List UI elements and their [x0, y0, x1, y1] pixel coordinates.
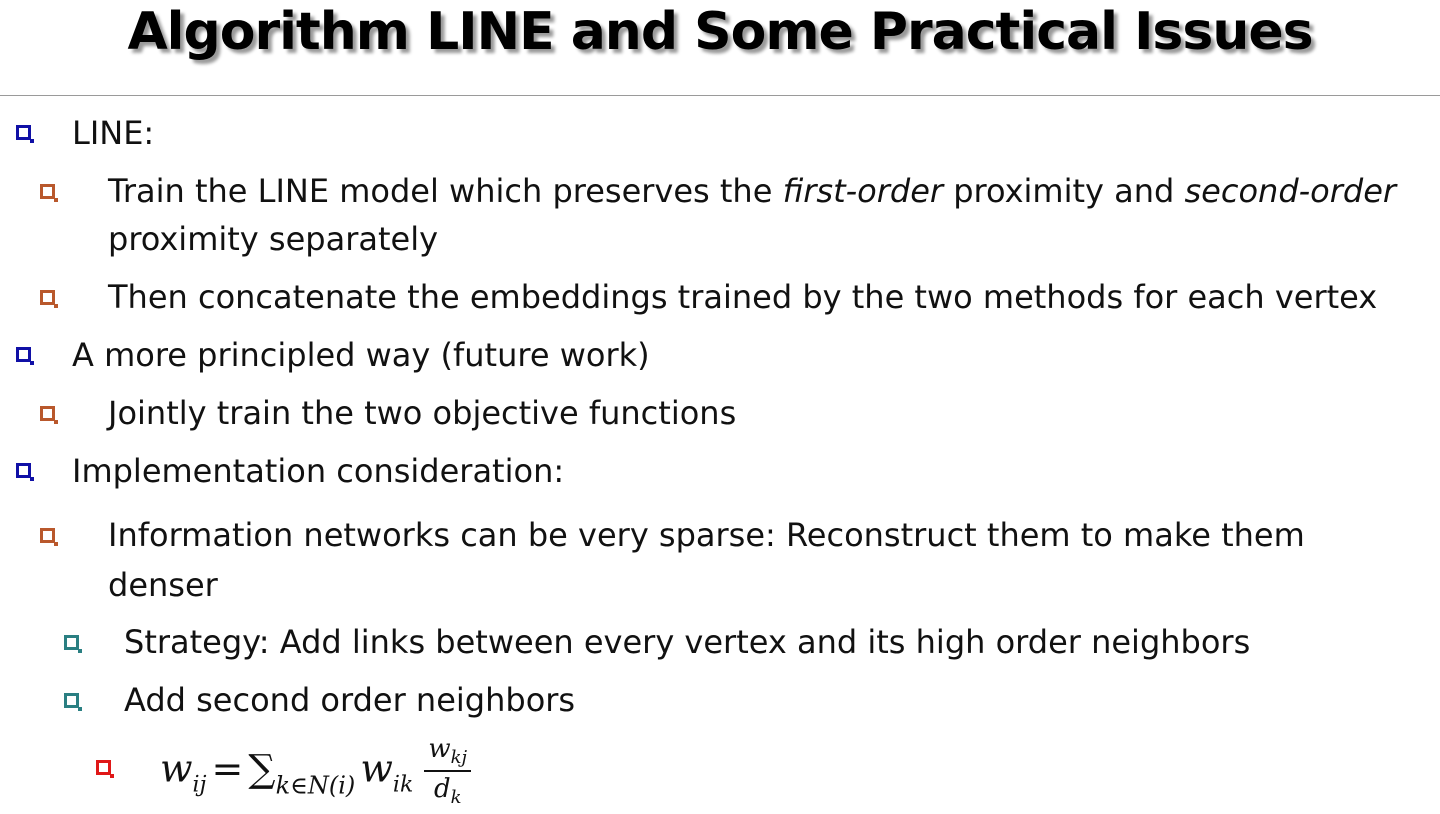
bullet-level1-icon: [16, 347, 34, 365]
numerator-subscript: kj: [450, 747, 468, 768]
bullet-sparse-networks: Information networks can be very sparse:…: [108, 516, 1305, 554]
bullet-level2-icon: [40, 290, 58, 308]
bullet-concatenate: Then concatenate the embeddings trained …: [108, 278, 1378, 316]
second-order-term: second-order: [1184, 172, 1397, 210]
bullet-line: LINE:: [72, 114, 155, 152]
first-order-term: first-order: [782, 172, 944, 210]
title-divider: [0, 95, 1440, 96]
numerator-symbol: w: [428, 734, 451, 764]
weight-formula: wij = ∑k∈N(i) wik wkj dk: [160, 734, 472, 814]
formula-weight: w: [360, 746, 393, 791]
denominator-subscript: k: [450, 787, 462, 808]
bullet-level2-icon: [40, 184, 58, 202]
train-text-a: Train the LINE model which preserves the: [108, 172, 783, 210]
bullet-implementation: Implementation consideration:: [72, 452, 565, 490]
formula-sum-subscript: k∈N(i): [275, 771, 356, 800]
bullet-train-continuation: proximity separately: [108, 220, 439, 258]
bullet-principled-way: A more principled way (future work): [72, 336, 650, 374]
bullet-level3-icon: [64, 635, 82, 653]
bullet-level1-icon: [16, 125, 34, 143]
bullet-jointly-train: Jointly train the two objective function…: [108, 394, 737, 432]
formula-weight-subscript: ik: [392, 772, 414, 798]
bullet-level1-icon: [16, 463, 34, 481]
formula-sum-symbol: ∑: [248, 746, 276, 791]
formula-lhs-subscript: ij: [192, 772, 207, 798]
bullet-level2-icon: [40, 406, 58, 424]
train-text-b: proximity and: [943, 172, 1185, 210]
formula-fraction: wkj dk: [424, 734, 472, 808]
bullet-level2-icon: [40, 528, 58, 546]
formula-lhs: w: [160, 746, 193, 791]
formula-numerator: wkj: [424, 734, 472, 772]
bullet-train-line: Train the LINE model which preserves the…: [108, 171, 1396, 211]
bullet-strategy: Strategy: Add links between every vertex…: [124, 623, 1251, 661]
denominator-symbol: d: [433, 774, 451, 804]
bullet-sparse-continuation: denser: [108, 566, 218, 604]
bullet-level3-icon: [64, 693, 82, 711]
bullet-level4-icon: [96, 760, 114, 778]
formula-denominator: dk: [424, 772, 471, 808]
bullet-second-order-neighbors: Add second order neighbors: [124, 681, 576, 719]
formula-equals: =: [211, 746, 244, 791]
slide-title: Algorithm LINE and Some Practical Issues: [127, 2, 1313, 62]
